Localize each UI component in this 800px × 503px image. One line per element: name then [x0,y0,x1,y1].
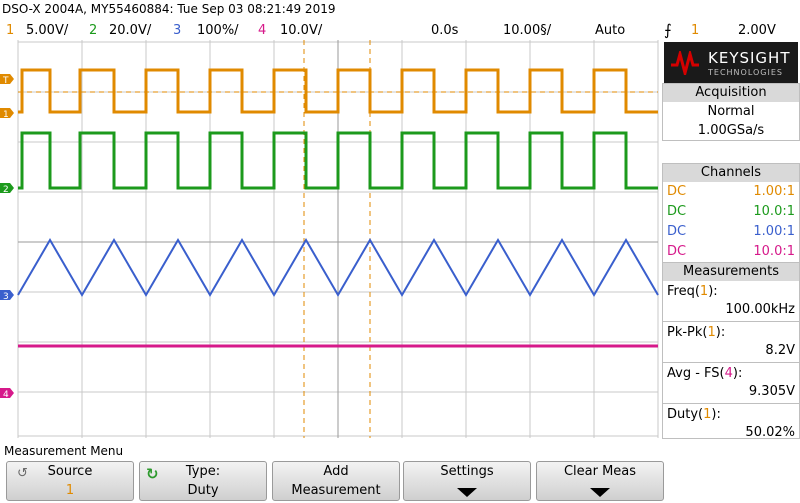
menu-title: Measurement Menu [4,444,124,458]
ch2-number: 2 [89,23,98,38]
measurements-panel[interactable]: Measurements Freq(1): 100.00kHz Pk-Pk(1)… [662,262,800,440]
time-scale[interactable]: 10.00§/ [503,23,551,38]
measurement-pkpk: Pk-Pk(1): 8.2V [663,322,799,363]
channel-row-2: DC 10.0:1 [663,202,799,222]
add-measurement-softkey[interactable]: Add Measurement [272,461,400,501]
trigger-level[interactable]: 2.00V [738,23,776,38]
trigger-edge-icon: ⨍ [664,21,672,39]
ch2-trace [18,131,658,190]
trigger-source[interactable]: 1 [691,23,699,38]
ch4-marker-label: 4 [3,390,9,400]
ch2-marker-label: 2 [3,185,9,195]
channels-panel[interactable]: Channels DC 1.00:1 DC 10.0:1 DC 1.00:1 DC 10… [662,163,800,263]
waveform-graticule: T 1 2 3 4 [0,40,660,438]
source-softkey[interactable]: ↺ Source 1 [6,461,134,501]
probe-ratio: 10.0:1 [753,204,795,219]
sample-rate: 1.00GSa/s [697,123,765,138]
instrument-title: DSO-X 2004A, MY55460884: Tue Sep 03 08:2… [2,2,336,16]
measurement-avg: Avg - FS(4): 9.305V [663,363,799,404]
acquisition-mode: Normal [707,104,755,119]
trigger-mode[interactable]: Auto [595,23,625,38]
channel-row-3: DC 1.00:1 [663,222,799,242]
measurement-value: 50.02% [745,425,795,440]
acquisition-panel[interactable]: Acquisition Normal 1.00GSa/s [662,83,800,141]
right-sidebar: KEYSIGHT TECHNOLOGIES Acquisition Normal… [660,40,800,440]
probe-ratio: 1.00:1 [753,224,795,239]
ch1-scale[interactable]: 5.00V/ [26,23,68,38]
channels-title: Channels [663,164,799,182]
ch4-scale[interactable]: 10.0V/ [280,23,322,38]
probe-ratio: 10.0:1 [753,244,795,259]
ch2-scale[interactable]: 20.0V/ [109,23,151,38]
ch3-marker-label: 3 [3,292,9,302]
coupling: DC [667,204,687,219]
coupling: DC [667,224,687,239]
type-softkey[interactable]: ↻ Type: Duty [139,461,267,501]
keysight-logo: KEYSIGHT TECHNOLOGIES [664,42,798,84]
measurement-duty: Duty(1): 50.02% [663,404,799,444]
brand-name: KEYSIGHT [708,49,791,67]
acquisition-title: Acquisition [663,84,799,102]
coupling: DC [667,184,687,199]
settings-softkey[interactable]: Settings [403,461,531,501]
ch3-scale[interactable]: 100%/ [197,23,239,38]
measurement-value: 100.00kHz [725,302,795,317]
measurement-value: 8.2V [765,343,795,358]
channel-row-1: DC 1.00:1 [663,182,799,202]
submenu-arrow-icon [457,488,477,497]
trigger-marker-label: T [2,76,9,86]
probe-ratio: 1.00:1 [753,184,795,199]
waveform-display[interactable]: T 1 2 3 4 [0,40,660,438]
submenu-arrow-icon [590,488,610,497]
ch4-number: 4 [258,23,267,38]
clear-meas-softkey[interactable]: Clear Meas [536,461,664,501]
measurements-title: Measurements [663,263,799,281]
status-bar: DSO-X 2004A, MY55460884: Tue Sep 03 08:2… [0,0,800,40]
measurement-value: 9.305V [748,384,795,399]
time-delay[interactable]: 0.0s [431,23,458,38]
channel-row-4: DC 10.0:1 [663,242,799,262]
ch3-number: 3 [173,23,182,38]
coupling: DC [667,244,687,259]
ch1-number: 1 [6,23,15,38]
ch1-marker-label: 1 [3,110,9,120]
brand-sub: TECHNOLOGIES [708,68,783,77]
keysight-wave-icon [671,51,699,75]
ch1-trace [18,68,658,114]
measurement-freq: Freq(1): 100.00kHz [663,281,799,322]
